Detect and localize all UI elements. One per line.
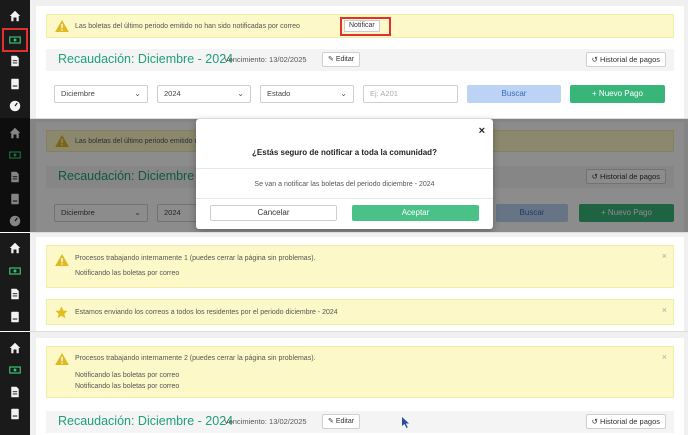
warning-icon: [55, 254, 69, 266]
edit-label: Editar: [335, 56, 355, 63]
alert-text: Estamos enviando los correos a todos los…: [75, 309, 338, 316]
alert-line: Notificando las boletas por correo: [75, 383, 180, 390]
sending-alert: Estamos enviando los correos a todos los…: [46, 299, 674, 325]
money-icon[interactable]: [5, 261, 25, 281]
state-value: Estado: [267, 89, 291, 98]
alert-line: Notificando las boletas por correo: [75, 372, 180, 379]
receipt-icon[interactable]: [5, 74, 25, 94]
chevron-down-icon: ⌄: [340, 89, 347, 98]
alert-title: Procesos trabajando internamente 1 (pued…: [75, 255, 316, 262]
divider: [30, 232, 688, 233]
frame-processing-2: Procesos trabajando internamente 2 (pued…: [0, 332, 688, 435]
divider: [196, 168, 493, 169]
period-header: Recaudación: Diciembre - 2024 Vencimient…: [46, 49, 674, 71]
search-button[interactable]: Buscar: [467, 85, 561, 103]
close-icon[interactable]: ×: [662, 251, 667, 261]
cancel-button[interactable]: Cancelar: [210, 205, 337, 221]
search-placeholder: Ej: A201: [370, 89, 398, 98]
notify-alert: Las boletas del último periodo emitido n…: [46, 14, 674, 38]
month-value: Diciembre: [61, 89, 95, 98]
warning-icon: [55, 353, 69, 365]
main-content: Las boletas del último periodo emitido n…: [30, 0, 688, 118]
dialog-message: Se van a notificar las boletas del perio…: [254, 181, 435, 188]
year-value: 2024: [164, 89, 181, 98]
period-header: Recaudación: Diciembre - 2024 Vencimient…: [46, 411, 674, 433]
accept-button[interactable]: Aceptar: [352, 205, 479, 221]
dialog-question: ¿Estás seguro de notificar a toda la com…: [252, 148, 437, 157]
receipt-icon[interactable]: [5, 307, 25, 327]
history-label: Historial de pagos: [599, 55, 660, 64]
new-payment-button[interactable]: + Nuevo Pago: [570, 85, 665, 103]
close-icon[interactable]: ×: [479, 125, 485, 137]
edit-button[interactable]: ✎ Editar: [322, 52, 361, 67]
page-title: Recaudación: Diciembre - 2024: [58, 52, 234, 66]
main-content: Procesos trabajando internamente 2 (pued…: [30, 332, 688, 435]
sidebar: [0, 0, 30, 118]
receipt-icon[interactable]: [5, 404, 25, 424]
due-date: Vencimiento: 13/02/2025: [224, 55, 307, 64]
state-select[interactable]: Estado ⌄: [260, 85, 354, 103]
edit-button[interactable]: ✎ Editar: [322, 414, 361, 429]
frame-processing-1: Procesos trabajando internamente 1 (pued…: [0, 233, 688, 331]
highlight-box: [340, 17, 391, 36]
year-select[interactable]: 2024 ⌄: [157, 85, 251, 103]
home-icon[interactable]: [5, 238, 25, 258]
divider: [196, 198, 493, 199]
month-select[interactable]: Diciembre ⌄: [54, 85, 148, 103]
search-input[interactable]: Ej: A201: [363, 85, 458, 103]
money-icon[interactable]: [2, 28, 28, 52]
alert-title: Procesos trabajando internamente 2 (pued…: [75, 355, 316, 362]
star-icon: [55, 306, 68, 319]
edit-label: Editar: [335, 418, 355, 425]
due-date: Vencimiento: 13/02/2025: [224, 417, 307, 426]
close-icon[interactable]: ×: [662, 305, 667, 315]
alert-text: Las boletas del último periodo emitido n…: [75, 23, 300, 30]
warning-icon: [55, 20, 69, 32]
sidebar: [0, 233, 30, 331]
alert-line: Notificando las boletas por correo: [75, 270, 180, 277]
document-icon[interactable]: [5, 51, 25, 71]
page-title: Recaudación: Diciembre - 2024: [58, 414, 234, 428]
main-content: Procesos trabajando internamente 1 (pued…: [30, 233, 688, 331]
history-button[interactable]: ↺ Historial de pagos: [585, 52, 666, 67]
home-icon[interactable]: [5, 338, 25, 358]
money-icon[interactable]: [5, 360, 25, 380]
divider: [30, 118, 688, 119]
sidebar: [0, 332, 30, 435]
document-icon[interactable]: [5, 284, 25, 304]
mouse-cursor-icon: [402, 417, 409, 428]
gauge-icon[interactable]: [5, 96, 25, 116]
confirm-dialog: × ¿Estás seguro de notificar a toda la c…: [196, 119, 493, 229]
frame-initial: Las boletas del último periodo emitido n…: [0, 0, 688, 118]
chevron-down-icon: ⌄: [237, 89, 244, 98]
history-label: Historial de pagos: [599, 417, 660, 426]
home-icon[interactable]: [5, 6, 25, 26]
processing-alert: Procesos trabajando internamente 1 (pued…: [46, 245, 674, 288]
history-button[interactable]: ↺ Historial de pagos: [585, 414, 666, 429]
close-icon[interactable]: ×: [662, 352, 667, 362]
divider: [30, 331, 688, 332]
chevron-down-icon: ⌄: [134, 89, 141, 98]
processing-alert: Procesos trabajando internamente 2 (pued…: [46, 346, 674, 398]
document-icon[interactable]: [5, 382, 25, 402]
